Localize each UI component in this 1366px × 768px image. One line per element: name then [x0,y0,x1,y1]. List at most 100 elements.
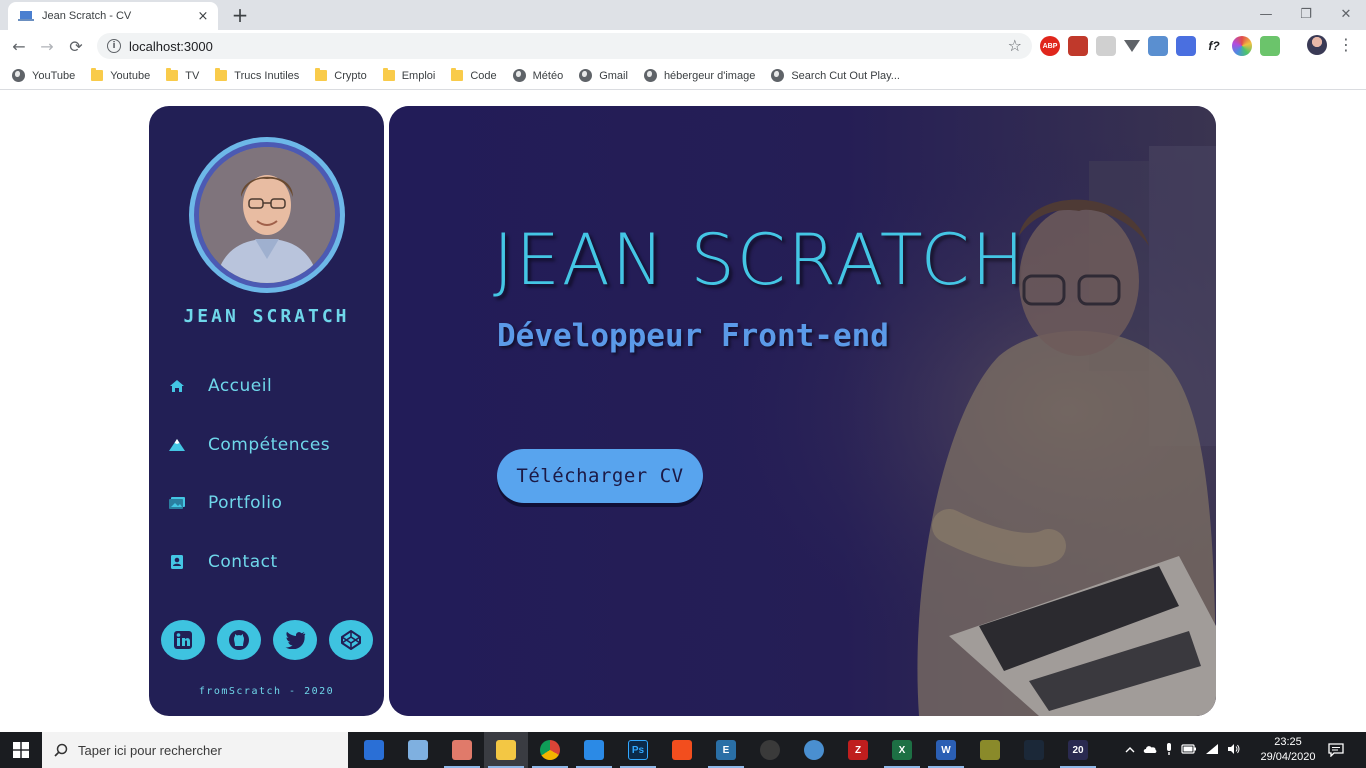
chevron-up-icon[interactable] [1125,744,1135,757]
bookmark-item[interactable]: Youtube [91,68,150,82]
folder-icon [451,68,464,81]
adblock-plus-icon[interactable]: ABP [1040,36,1060,56]
color-wheel-icon[interactable] [1232,36,1252,56]
colorzilla-icon[interactable] [1176,36,1196,56]
ghost-extension-icon[interactable] [1096,36,1116,56]
taskbar-app[interactable] [528,732,572,768]
nav-item-competences[interactable]: Compétences [168,430,330,460]
clock-time: 23:25 [1274,736,1302,748]
sidebar-footer: fromScratch - 2020 [198,686,335,697]
bookmark-label: Gmail [599,69,628,82]
sidebar-nav: Accueil Compétences Portfolio Contact [168,371,330,605]
red-extension-icon[interactable] [1068,36,1088,56]
taskbar-app[interactable] [352,732,396,768]
search-icon [54,743,68,757]
taskbar-app[interactable] [572,732,616,768]
green-extension-icon[interactable] [1260,36,1280,56]
back-button[interactable]: ← [8,35,30,57]
bookmark-item[interactable]: Search Cut Out Play... [771,69,900,82]
blue-extension-icon[interactable] [1148,36,1168,56]
info-icon[interactable]: i [107,39,121,53]
taskbar-apps: Ps E Z X W 20 [352,732,1100,768]
taskbar-app[interactable] [968,732,1012,768]
taskbar-app[interactable] [440,732,484,768]
github-button[interactable] [217,620,261,660]
app-20-icon: 20 [1068,740,1088,760]
images-icon [168,494,186,512]
folder-icon [215,68,228,81]
bookmark-label: TV [185,69,200,82]
profile-photo [199,147,335,283]
bookmark-item[interactable]: YouTube [12,69,75,82]
volume-icon[interactable] [1227,743,1241,758]
bookmark-item[interactable]: Gmail [579,69,628,82]
photoshop-icon: Ps [628,740,648,760]
new-tab-button[interactable]: + [230,3,250,27]
nav-item-portfolio[interactable]: Portfolio [168,488,330,518]
linkedin-icon [174,631,192,649]
bookmark-item[interactable]: Emploi [382,68,435,82]
taskbar-search[interactable]: Taper ici pour rechercher [42,732,348,768]
taskbar-app[interactable]: 20 [1056,732,1100,768]
taskbar-app[interactable] [1012,732,1056,768]
nav-label: Portfolio [208,493,283,513]
vue-devtools-icon[interactable] [1124,40,1140,52]
taskbar-app[interactable]: W [924,732,968,768]
url-text[interactable]: localhost:3000 [129,39,213,54]
network-icon[interactable] [1205,743,1219,758]
download-cv-button[interactable]: Télécharger CV [497,449,703,503]
taskbar-app[interactable] [748,732,792,768]
windows-logo-icon [13,742,29,758]
taskbar-app[interactable] [484,732,528,768]
minimize-button[interactable]: — [1246,0,1286,28]
taskbar-app[interactable] [396,732,440,768]
bookmark-item[interactable]: Trucs Inutiles [215,68,299,82]
tab-close-icon[interactable]: × [196,9,210,24]
forward-button[interactable]: → [36,35,58,57]
bookmark-item[interactable]: Code [451,68,497,82]
cloud-icon[interactable] [1143,744,1157,757]
browser-tab[interactable]: Jean Scratch - CV × [8,2,218,30]
folder-icon [166,68,179,81]
restore-button[interactable]: ❐ [1286,0,1326,28]
sidebar-name: JEAN SCRATCH [183,306,350,327]
paint-app-icon [452,740,472,760]
codepen-button[interactable] [329,620,373,660]
bookmark-label: Crypto [334,69,367,82]
reload-button[interactable]: ⟳ [65,35,87,57]
font-identifier-icon[interactable]: f? [1204,36,1224,56]
taskbar-app[interactable]: Z [836,732,880,768]
start-button[interactable] [0,732,42,768]
hero-title: JEAN SCRATCH [493,219,1027,301]
nav-item-contact[interactable]: Contact [168,547,330,577]
notifications-icon[interactable] [1326,740,1346,760]
contact-card-icon [168,553,186,571]
bookmark-item[interactable]: Météo [512,69,563,82]
tab-title: Jean Scratch - CV [42,10,132,22]
address-bar[interactable]: i localhost:3000 ☆ [97,33,1032,59]
system-tray [1125,732,1241,768]
browser-menu-icon[interactable]: ⋮ [1338,35,1354,55]
taskbar-app[interactable] [792,732,836,768]
nav-item-accueil[interactable]: Accueil [168,371,330,401]
taskbar-app[interactable]: E [704,732,748,768]
bookmark-item[interactable]: Crypto [315,68,367,82]
taskbar-app[interactable]: X [880,732,924,768]
taskbar-clock[interactable]: 23:25 29/04/2020 [1252,735,1324,765]
codepen-icon [341,630,361,650]
twitter-button[interactable] [273,620,317,660]
hero-subtitle: Développeur Front-end [497,318,889,354]
battery-icon[interactable] [1181,743,1197,757]
bookmark-star-icon[interactable]: ☆ [1008,36,1022,55]
bookmarks-bar: YouTube Youtube TV Trucs Inutiles Crypto Empl… [0,62,1366,90]
taskbar-app[interactable]: Ps [616,732,660,768]
bookmark-item[interactable]: TV [166,68,200,82]
microphone-icon[interactable] [1165,742,1173,759]
bookmark-item[interactable]: hébergeur d'image [643,69,755,82]
taskbar-app[interactable] [660,732,704,768]
linkedin-button[interactable] [161,620,205,660]
globe-icon [643,69,657,82]
profile-avatar[interactable] [1307,35,1327,55]
close-window-button[interactable]: ✕ [1326,0,1366,28]
globe-icon [771,69,785,82]
